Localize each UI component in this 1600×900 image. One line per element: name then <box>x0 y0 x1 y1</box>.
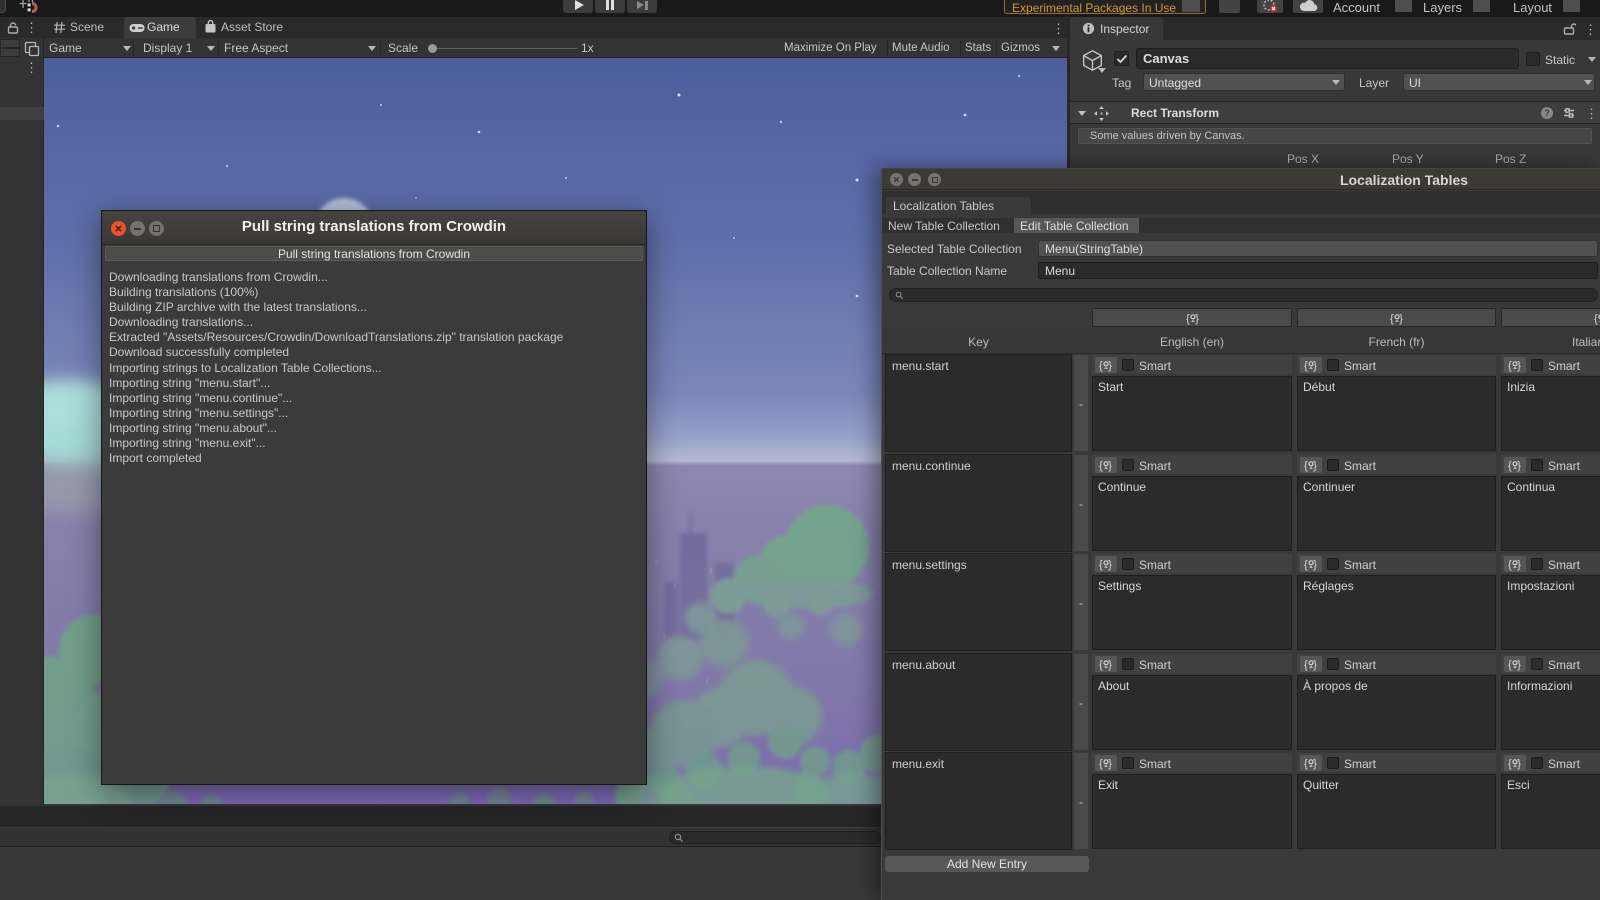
svg-text:?: ? <box>1544 108 1550 118</box>
